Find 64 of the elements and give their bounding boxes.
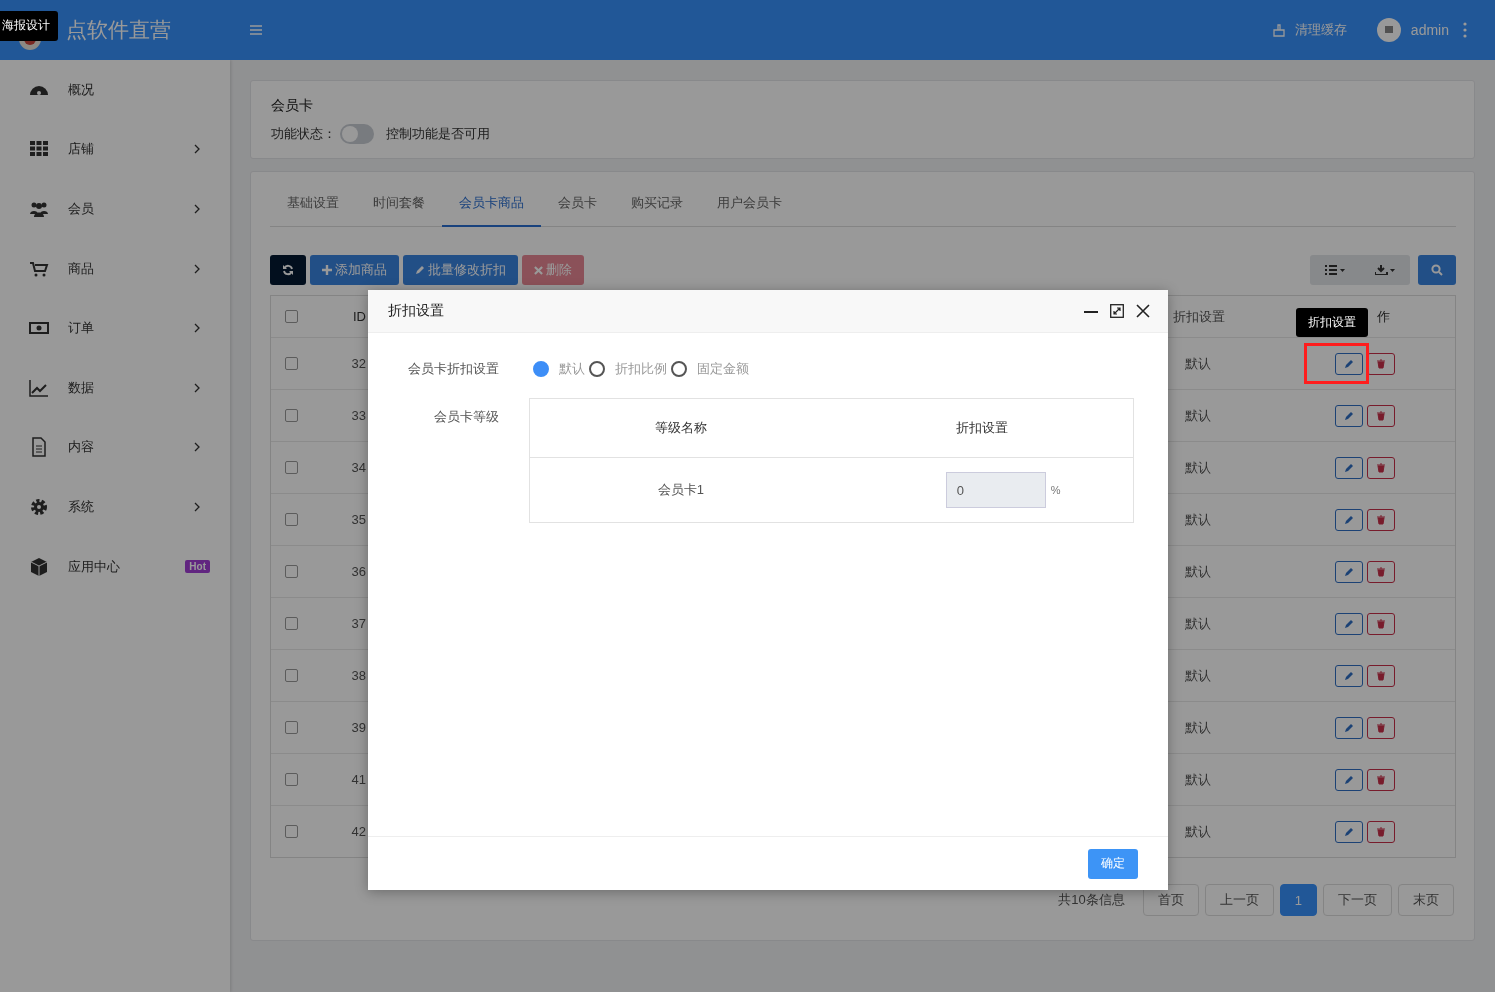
radio-option[interactable]: 默认 (533, 360, 585, 378)
tab[interactable]: 时间套餐 (356, 194, 442, 227)
confirm-button[interactable]: 确定 (1088, 848, 1138, 879)
table-cell-text: 35 (350, 512, 367, 527)
tab[interactable]: 会员卡商品 (442, 194, 541, 227)
table-cell-text: 默认 (1184, 406, 1212, 425)
tab[interactable]: 基础设置 (270, 194, 356, 227)
table-cell-text: 33 (350, 408, 367, 423)
tooltip: 折扣设置 (1296, 307, 1368, 337)
field-label: 会员卡折扣设置 (407, 360, 499, 378)
add-product-button[interactable]: 添加商品 (310, 255, 399, 285)
table-cell-text: 39 (350, 720, 367, 735)
column-header: 折扣设置 (956, 419, 1009, 437)
table-cell-text: 默认 (1184, 458, 1212, 477)
user-name[interactable]: admin (1410, 22, 1449, 38)
table-cell: 会员卡1 (657, 481, 704, 499)
plugin-title: 会员卡 (271, 97, 314, 115)
sidebar-item[interactable]: 应用中心 Hot (0, 536, 230, 597)
column-header: 折扣设置 (1172, 307, 1226, 326)
table-cell-text: 默认 (1184, 822, 1212, 841)
dialog-title: 折扣设置 (388, 302, 444, 320)
batch-discount-button[interactable]: 批量修改折扣 (403, 255, 518, 285)
tab[interactable]: 用户会员卡 (700, 194, 799, 227)
table-cell-text: 默认 (1184, 562, 1212, 581)
record-count: 共10条信息 (1058, 891, 1125, 909)
table-cell-text: 默认 (1184, 770, 1212, 789)
tab[interactable]: 购买记录 (614, 194, 700, 227)
sidebar-item[interactable]: 系统 (0, 477, 230, 537)
field-label: 会员卡等级 (433, 408, 499, 426)
column-header: 等级名称 (654, 419, 707, 437)
clear-cache-link[interactable]: 清理缓存 (1271, 21, 1347, 39)
tooltip: 海报设计 (0, 11, 58, 41)
table-cell-text: 36 (350, 564, 367, 579)
sidebar-item[interactable]: 商品 (0, 238, 230, 299)
hot-badge: Hot (185, 560, 210, 574)
sidebar-item[interactable]: 会员 (0, 179, 230, 239)
radio-option[interactable]: 折扣比例 (589, 360, 667, 378)
sidebar-item[interactable]: 概况 (0, 60, 230, 120)
sidebar-item[interactable]: 订单 (0, 298, 230, 358)
table-cell-text: 默认 (1184, 510, 1212, 529)
status-hint: 控制功能是否可用 (386, 125, 490, 143)
page-button[interactable]: 末页 (1398, 884, 1454, 916)
column-header: 作 (1377, 307, 1390, 326)
table-cell-text: 默认 (1184, 354, 1212, 373)
sidebar-item[interactable]: 店铺 (0, 119, 230, 180)
sidebar-item[interactable]: 数据 (0, 357, 230, 418)
status-label: 功能状态： (271, 125, 336, 143)
discount-input[interactable]: 0 (945, 472, 1046, 508)
brand-name: 点软件直营 (66, 17, 171, 43)
column-header: ID (352, 309, 367, 324)
table-cell-text: 34 (350, 460, 367, 475)
table-cell-text: 37 (350, 616, 367, 631)
radio-option[interactable]: 固定金额 (671, 360, 749, 378)
tab[interactable]: 会员卡 (541, 194, 614, 227)
table-cell-text: 默认 (1184, 666, 1212, 685)
table-cell-text: 默认 (1184, 614, 1212, 633)
table-cell-text: 41 (350, 772, 367, 787)
sidebar-item[interactable]: 内容 (0, 417, 230, 478)
table-cell-text: 32 (350, 356, 367, 371)
unit-label: % (1050, 484, 1061, 496)
table-cell-text: 默认 (1184, 718, 1212, 737)
page-button[interactable]: 1 (1279, 884, 1317, 916)
table-cell-text: 38 (350, 668, 367, 683)
table-cell-text: 42 (350, 824, 367, 839)
